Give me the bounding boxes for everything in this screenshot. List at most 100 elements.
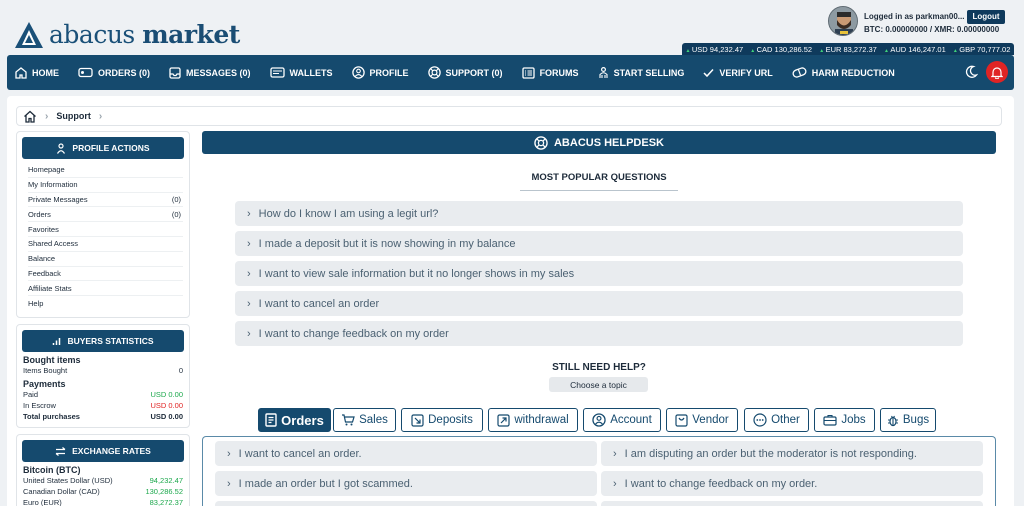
logo[interactable]: abacus market — [14, 20, 240, 49]
orders-question-item-partial[interactable] — [215, 501, 597, 506]
faq-item[interactable]: › I want to view sale information but it … — [235, 261, 963, 286]
tab-account[interactable]: Account — [583, 408, 661, 432]
breadcrumb-home[interactable] — [23, 110, 37, 123]
profile-action-orders[interactable]: Orders (0) — [28, 207, 183, 223]
buyers-statistics-box: BUYERS STATISTICS Bought items Items Bou… — [16, 324, 190, 428]
tab-sales[interactable]: Sales — [333, 408, 396, 432]
tab-jobs[interactable]: Jobs — [814, 408, 875, 432]
dark-mode-toggle[interactable] — [964, 65, 978, 79]
exchange-rates-body: Bitcoin (BTC) United States Dollar (USD)… — [17, 465, 189, 506]
user-circle-icon — [351, 66, 365, 79]
nav-wallets[interactable]: WALLETS — [269, 67, 333, 78]
nav-messages[interactable]: MESSAGES (0) — [169, 66, 251, 79]
faq-item[interactable]: › I want to cancel an order — [235, 291, 963, 316]
exchange-rates-box: EXCHANGE RATES Bitcoin (BTC) United Stat… — [16, 434, 190, 506]
orders-question-item-partial[interactable] — [601, 501, 983, 506]
nav-profile[interactable]: PROFILE — [351, 66, 409, 79]
bar-chart-icon — [52, 337, 61, 346]
tab-bugs[interactable]: Bugs — [880, 408, 936, 432]
abacus-logo-icon — [15, 21, 43, 48]
ticker-cad: CAD 130,286.52 — [750, 45, 812, 54]
choose-topic-button[interactable]: Choose a topic — [549, 377, 648, 392]
orders-question-item[interactable]: › I made an order but I got scammed. — [215, 471, 597, 496]
still-need-help: STILL NEED HELP? — [552, 362, 646, 373]
coin-heading: Bitcoin (BTC) — [23, 465, 81, 475]
breadcrumb-current[interactable]: Support — [56, 111, 91, 121]
ticker-usd: USD 94,232.47 — [686, 45, 743, 54]
briefcase-icon — [823, 414, 837, 426]
profile-action-affiliate-stats[interactable]: Affiliate Stats — [28, 281, 183, 297]
more-dots-icon — [753, 413, 767, 427]
nav-orders[interactable]: ORDERS (0) — [78, 67, 150, 78]
paid-row: Paid USD 0.00 — [23, 390, 183, 399]
home-icon — [24, 110, 36, 123]
nav-home[interactable]: HOME — [15, 66, 59, 79]
nav-right-tools — [964, 61, 1008, 83]
profile-action-feedback[interactable]: Feedback — [28, 267, 183, 282]
nav-forums[interactable]: FORUMS — [521, 66, 579, 79]
faq-item[interactable]: › How do I know I am using a legit url? — [235, 201, 963, 226]
escrow-row: In Escrow USD 0.00 — [23, 401, 183, 410]
bug-icon — [887, 414, 899, 427]
chevron-right-icon: › — [613, 447, 617, 460]
chevron-right-icon: › — [247, 297, 251, 310]
faq-item[interactable]: › I want to change feedback on my order — [235, 321, 963, 346]
nav-start-selling[interactable]: START SELLING — [598, 66, 685, 79]
profile-action-homepage[interactable]: Homepage — [28, 163, 183, 178]
balance-text: BTC: 0.00000000 / XMR: 0.00000000 — [864, 25, 1000, 34]
avatar[interactable] — [828, 6, 858, 36]
pill-icon — [792, 67, 807, 78]
tab-deposits[interactable]: Deposits — [401, 408, 483, 432]
helpdesk-title: ABACUS HELPDESK — [553, 136, 664, 149]
profile-action-balance[interactable]: Balance — [28, 252, 183, 267]
bought-items-heading: Bought items — [23, 355, 81, 365]
nav-orders-label: ORDERS (0) — [98, 67, 151, 78]
nav-start-selling-label: START SELLING — [613, 67, 685, 78]
profile-action-my-information[interactable]: My Information — [28, 178, 183, 193]
chevron-right-icon: › — [98, 110, 103, 122]
profile-action-help[interactable]: Help — [28, 296, 183, 311]
chevron-right-icon: › — [613, 477, 617, 490]
items-bought-row: Items Bought 0 — [23, 366, 183, 375]
user-circle-icon — [592, 413, 606, 427]
profile-action-favorites[interactable]: Favorites — [28, 222, 183, 237]
tab-orders[interactable]: Orders — [258, 408, 331, 432]
notifications-button[interactable] — [986, 61, 1008, 83]
tab-withdrawal[interactable]: withdrawal — [488, 408, 578, 432]
avatar-image-icon — [829, 7, 857, 35]
price-ticker: USD 94,232.47 CAD 130,286.52 EUR 83,272.… — [682, 43, 1014, 55]
chevron-right-icon: › — [45, 110, 49, 122]
user-panel: Logged in as parkman00... Logout BTC: 0.0… — [828, 6, 1005, 36]
check-icon — [703, 68, 714, 78]
nav-wallets-label: WALLETS — [289, 67, 333, 78]
chevron-right-icon: › — [247, 207, 251, 220]
chevron-right-icon: › — [247, 267, 251, 280]
home-icon — [15, 66, 27, 79]
moon-icon — [965, 65, 978, 78]
tab-other[interactable]: Other — [744, 408, 809, 432]
orders-question-item[interactable]: › I want to change feedback on my order. — [601, 471, 983, 496]
profile-actions-list: Homepage My Information Private Messages… — [28, 163, 183, 311]
rate-row-usd: United States Dollar (USD) 94,232.47 — [23, 476, 183, 485]
faq-item[interactable]: › I made a deposit but it is now showing … — [235, 231, 963, 256]
tab-vendor[interactable]: Vendor — [666, 408, 738, 432]
orders-question-item[interactable]: › I am disputing an order but the moderat… — [601, 441, 983, 466]
buyers-statistics-header: BUYERS STATISTICS — [22, 330, 184, 352]
payments-heading: Payments — [23, 379, 66, 389]
profile-actions-title: PROFILE ACTIONS — [72, 143, 150, 153]
nav-harm-reduction[interactable]: HARM REDUCTION — [792, 67, 895, 78]
profile-action-private-messages[interactable]: Private Messages (0) — [28, 193, 183, 208]
profile-action-shared-access[interactable]: Shared Access — [28, 237, 183, 252]
nav-verify-url[interactable]: VERIFY URL — [703, 68, 773, 78]
exchange-rates-title: EXCHANGE RATES — [72, 446, 151, 456]
wallet-icon — [269, 67, 285, 78]
nav-support[interactable]: SUPPORT (0) — [427, 66, 503, 79]
popular-questions-title: MOST POPULAR QUESTIONS — [520, 170, 678, 191]
logout-button[interactable]: Logout — [967, 10, 1005, 24]
ticket-icon — [78, 67, 93, 78]
ticker-gbp: GBP 70,777.02 — [953, 45, 1010, 54]
lifebuoy-icon — [427, 66, 441, 79]
user-info: Logged in as parkman00... Logout BTC: 0.0… — [864, 10, 1005, 36]
orders-question-item[interactable]: › I want to cancel an order. — [215, 441, 597, 466]
store-icon — [675, 413, 688, 427]
